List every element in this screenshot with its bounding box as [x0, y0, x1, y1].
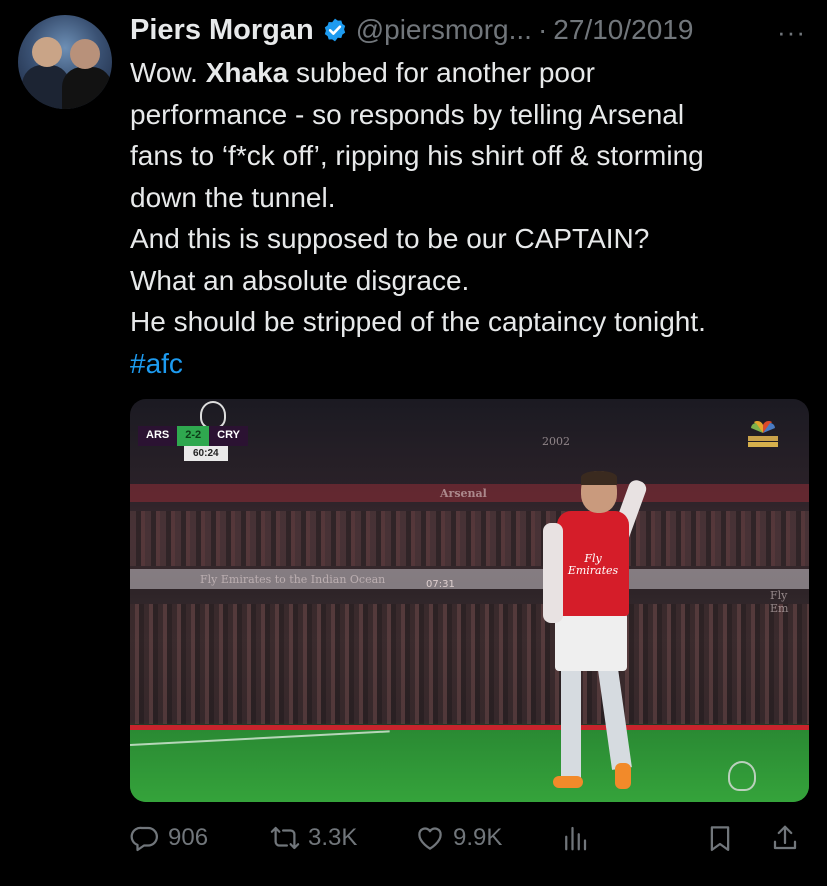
like-count: 9.9K	[453, 824, 503, 851]
adboard-text: Fly Em	[770, 589, 789, 615]
avatar-person-left-head	[32, 37, 62, 67]
hashtag-link[interactable]: #afc	[130, 348, 183, 379]
player-figure: Fly Emirates	[535, 471, 655, 791]
player-sleeve	[543, 523, 563, 623]
player-leg	[598, 668, 632, 770]
reply-icon	[130, 826, 158, 852]
repost-count: 3.3K	[308, 824, 358, 851]
repost-icon	[270, 826, 300, 850]
bookmark-button[interactable]	[705, 818, 735, 858]
tweet-line: Wow. Xhaka subbed for another poor	[130, 52, 820, 94]
tweet-line: What an absolute disgrace.	[130, 264, 470, 296]
like-icon	[418, 827, 442, 850]
tweet-line: He should be stripped of the captaincy t…	[130, 306, 706, 337]
action-bar: 906 3.3K 9.9K	[130, 818, 810, 858]
tweet-header: Piers Morgan @piersmorg... · 27/10/2019	[130, 10, 693, 50]
share-button[interactable]	[770, 818, 800, 858]
reply-button[interactable]: 906	[130, 818, 208, 858]
tweet-media-image[interactable]: Fly Emirates to the Indian Ocean Arsenal…	[130, 399, 809, 802]
score: 2-2	[177, 426, 210, 446]
more-options-icon[interactable]: ···	[777, 17, 806, 48]
tweet-line: down the tunnel.	[130, 181, 336, 213]
repost-button[interactable]: 3.3K	[270, 818, 357, 858]
tweet-date[interactable]: 27/10/2019	[553, 14, 693, 46]
player-boot	[615, 763, 631, 789]
tweet-line: fans to ‘f*ck off’, ripping his shirt of…	[130, 140, 704, 171]
match-clock: 60:24	[184, 446, 228, 461]
home-team: ARS	[138, 426, 178, 446]
adboard-text: Arsenal	[440, 487, 487, 500]
tweet-line: performance - so responds by telling Ars…	[130, 98, 685, 130]
verified-badge-icon	[322, 17, 348, 43]
shirt-sponsor: Fly Emirates	[565, 553, 621, 577]
author-handle[interactable]: @piersmorg...	[356, 14, 532, 46]
lower-crowd	[130, 604, 809, 724]
adboard-clock: 07:31	[426, 579, 455, 590]
author-name[interactable]: Piers Morgan	[130, 14, 314, 47]
views-button[interactable]	[560, 818, 590, 858]
tweet-bold-text: Xhaka	[205, 57, 289, 88]
scoreboard: ARS 2-2 CRY 60:24	[138, 426, 248, 461]
shirt-sponsor-line: Emirates	[567, 564, 619, 577]
tweet-line-text: subbed for another poor	[288, 57, 595, 88]
player-shorts	[555, 613, 627, 671]
tweet-line: And this is supposed to be our CAPTAIN?	[130, 223, 650, 254]
header-separator: ·	[537, 14, 548, 45]
player-hair	[581, 471, 617, 485]
upper-crowd	[130, 511, 809, 566]
avatar-person-right-body	[62, 67, 112, 109]
tweet-text: Wow. Xhaka subbed for another poor perfo…	[130, 52, 820, 384]
tweet-line-text: Wow.	[130, 57, 206, 88]
share-icon	[773, 825, 797, 850]
avatar-person-right-head	[70, 39, 100, 69]
player-leg	[561, 669, 581, 779]
reply-count: 906	[168, 824, 209, 851]
premier-league-watermark-icon	[728, 761, 756, 791]
adboard-text: Fly Emirates to the Indian Ocean	[200, 573, 386, 586]
away-team: CRY	[209, 426, 248, 446]
like-button[interactable]: 9.9K	[415, 818, 502, 858]
player-boot	[553, 776, 583, 788]
adboard-text: 2002	[542, 435, 570, 448]
premier-league-logo-icon	[200, 401, 226, 429]
bookmark-icon	[710, 826, 730, 851]
avatar[interactable]	[18, 15, 112, 109]
pitch	[130, 730, 809, 802]
views-icon	[565, 826, 587, 851]
nbc-sports-gold-logo-icon	[748, 420, 778, 447]
